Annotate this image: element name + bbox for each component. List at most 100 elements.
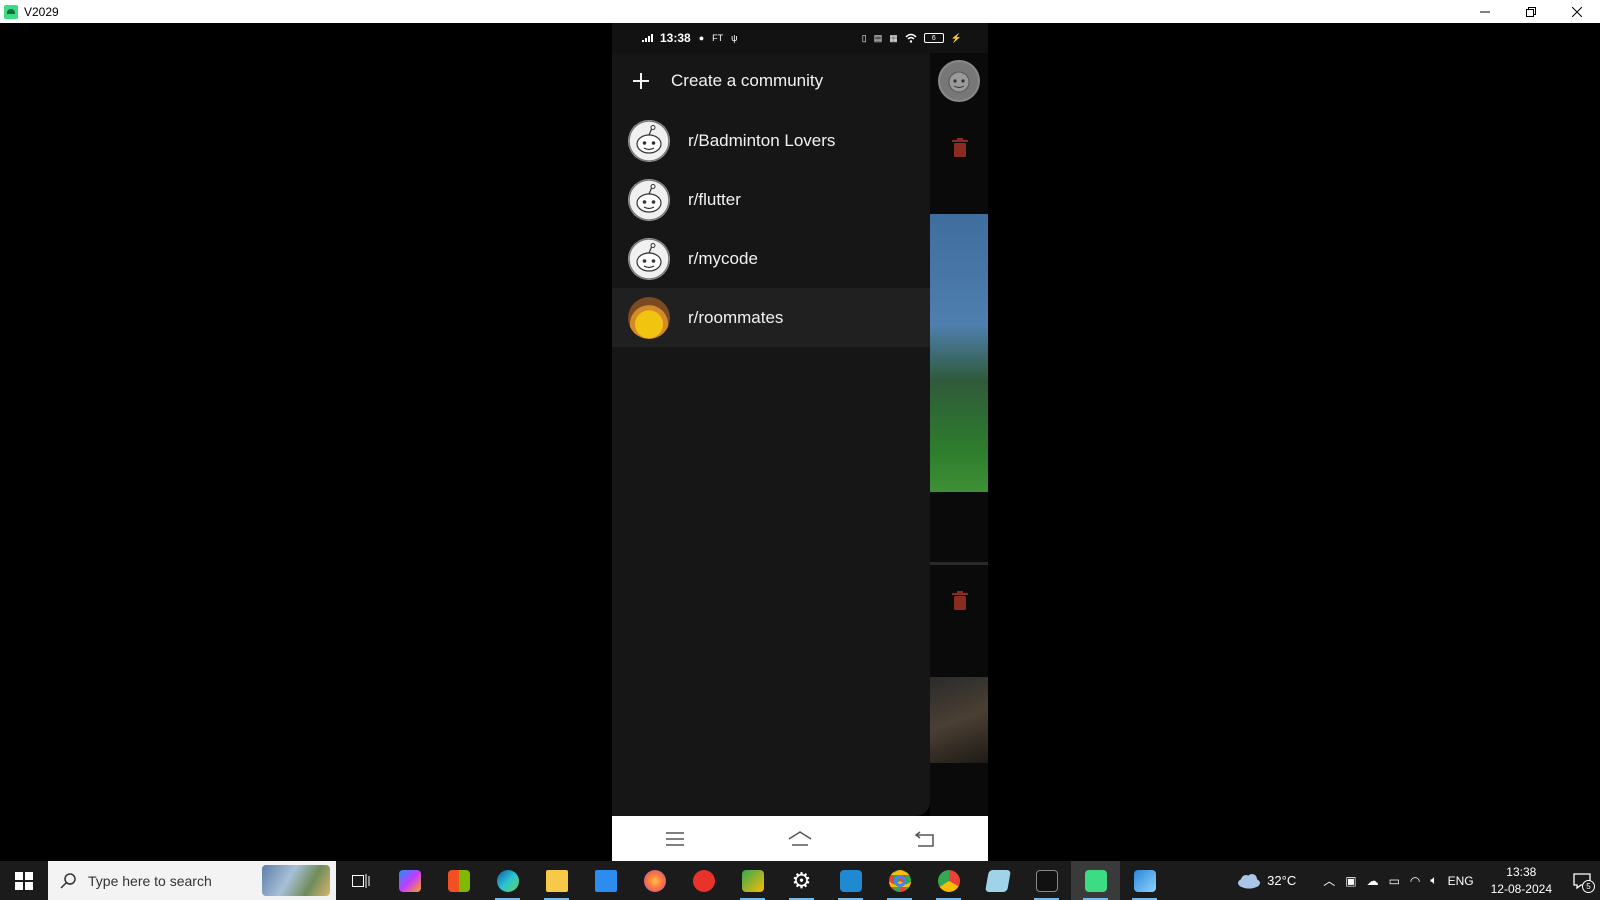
volume-icon[interactable]: 🔈︎ [1430,873,1437,888]
home-button[interactable] [780,819,820,859]
window-titlebar: V2029 [0,0,1600,23]
community-avatar [628,237,670,280]
snoo-avatar-icon [628,178,670,221]
community-item[interactable]: r/mycode [612,229,930,288]
signal-icon [642,34,656,42]
weather-widget[interactable]: 32°C [1237,873,1296,889]
clock-date: 12-08-2024 [1490,881,1552,896]
taskbar-search[interactable]: Type here to search [48,861,336,900]
notifications-button[interactable]: 5 [1564,861,1600,900]
copilot-app[interactable] [385,861,434,900]
meet-now-icon[interactable]: ▣ [1345,874,1356,888]
chrome-profile-icon [937,869,960,892]
notification-count: 5 [1582,880,1595,893]
snoo-icon [948,71,970,93]
community-name: r/roommates [688,307,784,327]
chevron-up-icon[interactable]: ︿ [1323,872,1335,889]
create-community-button[interactable]: Create a community [612,61,930,101]
location-icon: ● [698,33,705,43]
status-time: 13:38 [660,31,691,45]
post-image [930,677,988,763]
android-navigation-bar [612,816,988,861]
snoo-avatar-icon [628,119,670,162]
profile-avatar[interactable] [938,60,980,102]
firefox-icon [643,869,666,892]
terminal-app[interactable] [1022,861,1071,900]
create-community-label: Create a community [671,71,824,90]
windows-logo-icon [15,871,33,890]
status-bar: 13:38 ● FT ψ ▯ ▤ ▦ 6 ⚡ [612,23,988,53]
photos-app[interactable] [1120,861,1169,900]
chat-app[interactable] [728,861,777,900]
community-item[interactable]: r/roommates [612,288,930,347]
gear-icon: ⚙ [791,867,812,893]
window-controls [1462,0,1600,23]
vscode-app[interactable] [826,861,875,900]
community-item[interactable]: r/flutter [612,170,930,229]
close-icon [1572,6,1582,17]
community-drawer: Create a community r/Badminton Lovers r/f… [612,23,930,816]
menu-button[interactable] [655,819,695,859]
window-title: V2029 [24,4,59,19]
mail-app[interactable] [581,861,630,900]
community-avatar [628,296,670,339]
community-name: r/flutter [688,189,741,209]
wps-app[interactable] [679,861,728,900]
community-name: r/Badminton Lovers [688,130,836,150]
notepad-app[interactable] [973,861,1022,900]
windows-taskbar: Type here to search ⚙ 32°C ︿ ▣ ☁ ▭ ◠ 🔈︎ … [0,861,1600,900]
minimize-button[interactable] [1462,0,1508,23]
delete-icon[interactable] [952,138,968,158]
taskbar-clock[interactable]: 13:38 12-08-2024 [1491,864,1552,898]
chrome-icon [888,869,911,892]
back-button[interactable] [905,819,945,859]
vibrate-icon: ▯ [861,32,867,43]
cloud-icon [1238,873,1261,888]
community-avatar [628,178,670,221]
edge-app[interactable] [483,861,532,900]
network-icon[interactable]: ◠ [1410,874,1420,888]
community-avatar [628,119,670,162]
file-explorer-app[interactable] [532,861,581,900]
community-name: r/mycode [688,248,758,268]
chrome-app[interactable] [875,861,924,900]
onedrive-icon[interactable]: ☁ [1367,874,1379,888]
post-divider [930,562,988,565]
wps-icon [692,869,715,892]
firefox-app[interactable] [630,861,679,900]
battery-icon[interactable]: ▭ [1389,874,1400,888]
phone-screen: 13:38 ● FT ψ ▯ ▤ ▦ 6 ⚡ Create a communit… [612,23,988,861]
delete-icon[interactable] [952,591,968,611]
copilot-icon [398,869,421,892]
menu-icon [665,831,684,846]
restore-button[interactable] [1508,0,1554,23]
plus-icon [633,73,649,89]
battery-icon: 6 [923,33,944,43]
android-emulator-icon [4,4,18,19]
search-highlight-image [262,865,330,896]
language-indicator[interactable]: ENG [1448,874,1474,888]
android-emulator-app[interactable] [1071,861,1120,900]
chat-icon [741,869,764,892]
back-icon [915,830,935,847]
chrome-profile-app[interactable] [924,861,973,900]
lte-icon: ▤ [873,32,883,43]
vscode-icon [839,869,862,892]
weather-temperature: 32°C [1267,873,1297,888]
minimize-icon [1480,11,1490,12]
restore-icon [1526,6,1536,17]
start-button[interactable] [0,861,48,900]
close-button[interactable] [1554,0,1600,23]
community-item[interactable]: r/Badminton Lovers [612,111,930,170]
android-icon [1084,869,1107,892]
search-placeholder: Type here to search [88,872,212,889]
system-tray: 32°C ︿ ▣ ☁ ▭ ◠ 🔈︎ ENG 13:38 12-08-2024 5 [1237,861,1600,900]
settings-app[interactable]: ⚙ [777,861,826,900]
task-view-button[interactable] [336,861,385,900]
usb-icon: ψ [731,33,738,43]
post-image [930,214,988,492]
data-speed-icon: ▦ [889,32,898,43]
search-icon [60,872,76,889]
task-view-icon [351,873,369,888]
store-app[interactable] [434,861,483,900]
